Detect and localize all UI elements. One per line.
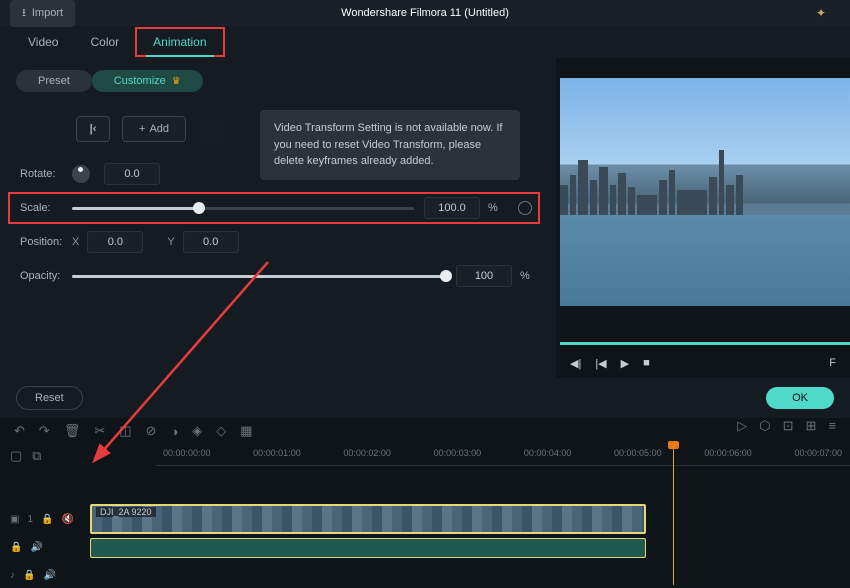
speaker-icon[interactable]: 🔊	[43, 570, 55, 581]
tl-tick: 00:00:06:00	[704, 448, 752, 458]
delete-icon[interactable]: 🗑	[64, 423, 81, 439]
reset-scale-icon[interactable]	[518, 201, 532, 215]
pos-x-value[interactable]: 0.0	[87, 231, 143, 253]
import-label: Import	[32, 7, 63, 19]
tooltip-message: Video Transform Setting is not available…	[260, 110, 520, 180]
tag-icon[interactable]: ◈	[192, 423, 202, 439]
tab-video[interactable]: Video	[12, 29, 74, 55]
speed-icon[interactable]: ⊘	[146, 423, 157, 439]
tl-tick: 00:00:01:00	[253, 448, 301, 458]
fullscreen-button[interactable]: F	[829, 357, 836, 369]
step-back-icon[interactable]: |◀	[595, 357, 606, 370]
track-toggle-icon[interactable]: ▢	[10, 448, 22, 464]
scale-unit: %	[488, 202, 508, 214]
pill-customize[interactable]: Customize ♛	[92, 70, 203, 92]
keyframe-next-button	[198, 116, 224, 142]
tab-color[interactable]: Color	[74, 29, 135, 55]
pill-preset[interactable]: Preset	[16, 70, 92, 92]
music-track-head[interactable]: ♪ 🔒 🔊	[0, 564, 78, 586]
tl-tick: 00:00:03:00	[434, 448, 482, 458]
link-icon[interactable]: ⧉	[32, 448, 41, 464]
pos-y-value[interactable]: 0.0	[183, 231, 239, 253]
marker-icon[interactable]: ⬡	[759, 418, 770, 434]
scale-label: Scale:	[16, 202, 72, 214]
mixer-icon[interactable]: ≡	[828, 418, 836, 434]
reset-button[interactable]: Reset	[16, 386, 83, 410]
preview-progress[interactable]	[560, 342, 850, 345]
lock-icon[interactable]: 🔒	[10, 542, 22, 553]
pos-y-label: Y	[167, 236, 174, 248]
plus-icon: +	[139, 123, 145, 135]
tl-tick: 00:00:04:00	[524, 448, 572, 458]
zoom-fit-icon[interactable]: ⊡	[783, 418, 794, 434]
scale-slider[interactable]	[72, 207, 414, 210]
preview-viewport	[560, 78, 850, 306]
undo-icon[interactable]: ↶	[14, 423, 25, 439]
rotate-dial[interactable]	[72, 165, 90, 183]
download-icon: ⭳	[22, 4, 26, 23]
color-icon[interactable]: ◑	[170, 424, 178, 439]
clip-label: DJI_2A 9220	[96, 507, 156, 517]
scale-value[interactable]: 100.0	[424, 197, 480, 219]
stop-icon[interactable]: ■	[643, 357, 650, 369]
speaker-icon[interactable]: 🔊	[30, 542, 42, 553]
video-clip[interactable]: DJI_2A 9220	[90, 504, 646, 534]
position-label: Position:	[16, 236, 72, 248]
window-title: Wondershare Filmora 11 (Untitled)	[341, 7, 509, 19]
prev-frame-icon[interactable]: ◀|	[570, 357, 581, 370]
mute-icon[interactable]: 🔇	[61, 514, 73, 525]
crown-icon: ♛	[172, 76, 181, 87]
tab-animation[interactable]: Animation	[135, 27, 224, 57]
play-icon[interactable]: ▶	[621, 357, 629, 370]
tl-tick: 00:00:00:00	[163, 448, 211, 458]
keyframe-icon[interactable]: ◇	[216, 423, 226, 439]
keyframe-jump-button[interactable]: |‹	[76, 116, 110, 142]
add-label: Add	[149, 123, 169, 135]
add-keyframe-button[interactable]: + Add	[122, 116, 186, 142]
tl-tick: 00:00:07:00	[794, 448, 842, 458]
tl-tick: 00:00:05:00	[614, 448, 662, 458]
opacity-value[interactable]: 100	[456, 265, 512, 287]
adjust-icon[interactable]: ⊞	[806, 418, 817, 434]
tl-tick: 00:00:02:00	[343, 448, 391, 458]
audio-clip[interactable]	[90, 538, 646, 558]
pos-x-label: X	[72, 236, 79, 248]
import-button[interactable]: ⭳ Import	[10, 0, 75, 27]
track-type-icon: ▣	[10, 514, 19, 525]
video-track-head[interactable]: ▣ 1 🔒 🔇	[0, 502, 78, 536]
timeline-ruler[interactable]: 00:00:00:00 00:00:01:00 00:00:02:00 00:0…	[156, 444, 850, 466]
opacity-label: Opacity:	[16, 270, 72, 282]
pill-customize-label: Customize	[114, 75, 166, 87]
lock-icon[interactable]: 🔒	[23, 570, 35, 581]
track-number: 1	[27, 514, 33, 525]
music-icon: ♪	[10, 570, 15, 581]
lock-icon[interactable]: 🔒	[41, 514, 53, 525]
bulb-icon[interactable]: ✦	[816, 6, 826, 20]
redo-icon[interactable]: ↷	[39, 423, 50, 439]
crop-icon[interactable]: ◫	[119, 423, 131, 439]
split-icon[interactable]: ✂	[94, 423, 105, 439]
rotate-value[interactable]: 0.0	[104, 163, 160, 185]
rotate-label: Rotate:	[16, 168, 72, 180]
render-icon[interactable]: ▷	[737, 418, 747, 434]
opacity-slider[interactable]	[72, 275, 446, 278]
ok-button[interactable]: OK	[766, 387, 834, 409]
opacity-unit: %	[520, 270, 540, 282]
grid-icon[interactable]: ▦	[240, 423, 252, 439]
audio-track-head[interactable]: 🔒 🔊	[0, 536, 78, 558]
